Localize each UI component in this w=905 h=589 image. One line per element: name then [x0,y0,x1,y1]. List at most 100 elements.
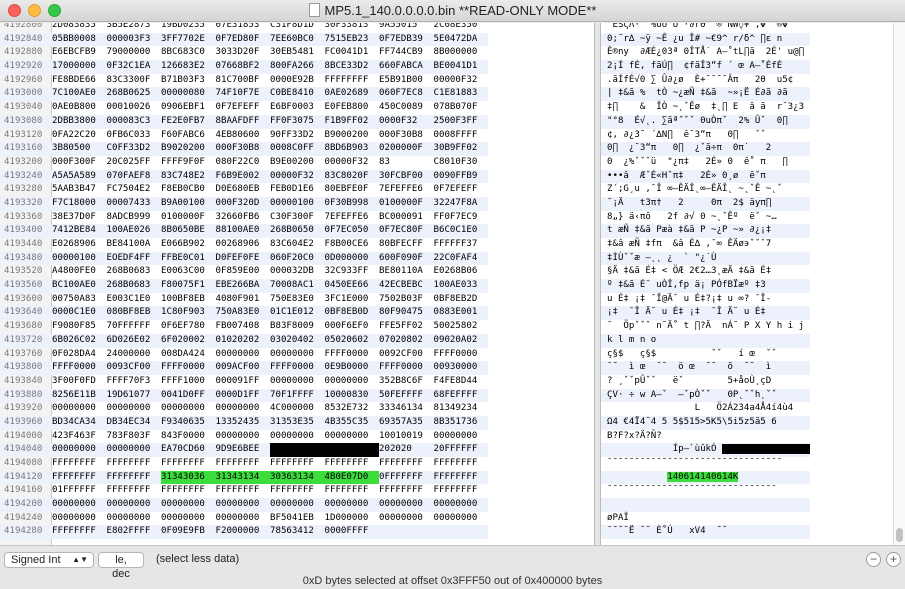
hex-group[interactable]: 05BB0008 [52,33,107,47]
hex-group[interactable]: FFFF70F3 [107,375,162,389]
hex-group[interactable]: 060F7EC8 [379,87,434,101]
hex-group[interactable]: 0E9B0000 [325,361,380,375]
hex-group[interactable]: 080BF8EB [107,306,162,320]
hex-group[interactable]: 00000000 [216,402,271,416]
hex-group[interactable]: 20FFFFFF [434,443,489,457]
hex-group[interactable]: 5AAB3B47 [52,183,107,197]
hex-group[interactable]: B6C0C1E0 [434,224,489,238]
hex-group[interactable]: C8010F30 [434,156,489,170]
hex-group[interactable]: BE0041D1 [434,60,489,74]
hex-row[interactable]: 4193000 7C100AE0 268B0625 00000080 74F10F7E C… [0,87,488,102]
add-inspector-button[interactable]: + [886,552,901,567]
hex-group[interactable]: FFFF0000 [325,348,380,362]
hex-group[interactable]: E5B91B00 [379,74,434,88]
hex-group[interactable]: 0F7EFEFF [434,183,489,197]
hex-group[interactable]: 0AE02689 [325,87,380,101]
hex-group[interactable]: 22C0FAF4 [434,252,489,266]
hex-row[interactable]: 4193320 F7C18000 00007433 B9A00100 000F320D 0… [0,196,489,211]
hex-row[interactable]: 4193040 0AE0B800 00010026 0906EBF1 0F7EFEFF E… [0,101,488,115]
ascii-row[interactable]: .ãÍfÉ√0 ∑ Û∂¿ø È+˘˘˘˘Âπ 2θ u5¢ [601,74,810,88]
hex-group[interactable]: FE8BDE66 [52,74,107,88]
hex-group[interactable]: 20C025FF [107,156,162,170]
hex-group[interactable]: 0BF8EB2D [434,293,489,307]
ascii-row[interactable]: ‡&â æÑ ‡fπ &â É∆ ‚¯∞ ÊÄø϶ˇˇˇ7 [601,238,810,252]
hex-group[interactable]: 13352435 [216,416,271,430]
hex-group[interactable]: 126683E2 [161,60,216,74]
hex-group[interactable]: 00750A83 [52,293,107,307]
hex-group[interactable]: 00000000 [161,402,216,416]
hex-group[interactable]: 00000000 [52,512,107,526]
hex-group[interactable]: BF5041EB [270,512,325,526]
ascii-row[interactable]: | ‡&ã % tÒ ~¿æÑ ‡&ã ~»¡Ë É∂ã ∂ã [601,87,810,102]
hex-group[interactable]: 30FCBF00 [379,170,434,184]
hex-group[interactable]: 3B80500 [52,142,107,156]
hex-group[interactable]: FF0F3075 [270,115,325,129]
hex-row[interactable]: 4193640 0000C1E0 080BF8EB 1C80F903 750A83E0 0… [0,306,488,321]
hex-group[interactable]: 800FA266 [270,60,325,74]
hex-group[interactable]: 00000000 [434,430,489,444]
hex-group[interactable]: FFFFFF37 [434,238,489,252]
hex-group[interactable]: 268B0625 [107,87,162,101]
ascii-row[interactable]: ˘˘˘˘˘˘˘˘˘˘˘˘˘˘˘˘˘˘˘˘˘˘˘˘˘˘˘˘˘˘˘ [601,484,810,498]
ascii-row[interactable]: 8„} ä‹πô 2f ∂√ 0 ~˛ˇÊº ëˇ ~… [601,211,810,225]
hex-group[interactable]: 8B0650BE [161,224,216,238]
hex-group[interactable]: 00000000 [325,498,380,512]
ascii-row[interactable]: Íp–`ùûkÓ ################ [601,443,810,457]
ascii-row[interactable]: ˜¡Ä t3π† 2 0π 2$ äyπ∏ [601,196,810,211]
hex-group[interactable]: BE80110A [379,265,434,279]
hex-group[interactable]: 00000000 [379,512,434,526]
hex-group[interactable]: F4FE8D44 [434,375,489,389]
hex-group[interactable]: F2000000 [216,525,271,539]
hex-group[interactable]: 4B355C35 [325,416,380,430]
hex-group[interactable]: D0E680EB [216,183,271,197]
hex-group[interactable]: FFFFFFFF [52,457,107,471]
hex-group[interactable]: 000F300F [52,156,107,170]
hex-group[interactable]: 70FFFFFF [107,320,162,334]
hex-group[interactable]: 3FC1E000 [325,293,380,307]
hex-row[interactable]: 4193080 2DBB3800 000083C3 FE2E0FB7 8BAAFDFF F… [0,114,488,129]
hex-group[interactable]: 750E83E0 [270,293,325,307]
hex-group[interactable]: 0000E92B [270,74,325,88]
hex-group[interactable]: 000F320D [216,197,271,211]
hex-group[interactable]: B83F8009 [270,320,325,334]
ascii-row[interactable]: B?F?x?Ä?Ñ? [601,430,810,444]
hex-group[interactable]: 0AE0B800 [52,101,107,115]
hex-group[interactable]: F9080F85 [52,320,107,334]
hex-group[interactable]: 30363134 [270,470,325,485]
hex-group[interactable]: 000032DB [270,265,325,279]
hex-group[interactable]: 6B026C02 [52,334,107,348]
hex-group[interactable]: 100BF8EB [161,293,216,307]
hex-group[interactable]: F6B9E002 [216,170,271,184]
hex-group[interactable]: 0000D1FF [216,389,271,403]
hex-group[interactable]: 4C000000 [270,402,325,416]
remove-inspector-button[interactable]: − [866,552,881,567]
hex-group[interactable]: 4EB80600 [216,129,271,143]
hex-group[interactable]: 24000000 [107,348,162,362]
hex-group[interactable]: FFFFFFFF [52,471,107,485]
hex-group[interactable]: 00007433 [107,197,162,211]
hex-group[interactable]: 3033D20F [216,46,271,60]
hex-row[interactable]: 4193920 00000000 00000000 00000000 00000000 4… [0,402,488,416]
hex-group[interactable]: FEB0D1E6 [270,183,325,197]
ascii-row[interactable]: ˘˘˘˘˘˘˘˘˘˘˘˘˘˘˘˘˘˘˘˘˘˘˘˘˘˘˘˘˘˘˘˘ [601,457,810,471]
hex-group[interactable]: 8256E11B [52,389,107,403]
hex-group[interactable]: 0F859E00 [216,265,271,279]
hex-group[interactable]: 31343036 [161,470,216,485]
hex-group[interactable]: 00000000 [216,512,271,526]
scrollbar-thumb[interactable] [896,528,903,542]
hex-group[interactable]: 09020A02 [434,334,489,348]
vertical-scrollbar[interactable] [893,23,905,545]
ascii-row[interactable]: 0∏ ¿˘3“π 0∏ ¿ˇã÷π 0π˙ 2 [601,142,810,156]
hex-group[interactable]: 00268906 [216,238,271,252]
ascii-row[interactable]: ¢, ∂¿3˜ ´∆N∏ ê˘3“π 0∏ ˇˇ [601,129,810,143]
hex-group[interactable]: 4080F901 [216,293,271,307]
hex-group[interactable]: 42ECBEBC [379,279,434,293]
hex-group[interactable]: 3FF7702E [161,33,216,47]
hex-group[interactable]: E0268B06 [434,265,489,279]
hex-group[interactable]: FFFFFFFF [325,74,380,88]
hex-group[interactable]: 32247F8A [434,197,489,211]
hex-group[interactable]: 32C933FF [325,265,380,279]
hex-group[interactable]: A5A5A589 [52,170,107,184]
hex-group[interactable]: 2DBB3800 [52,115,107,129]
hex-group[interactable]: 8ADCB999 [107,211,162,225]
